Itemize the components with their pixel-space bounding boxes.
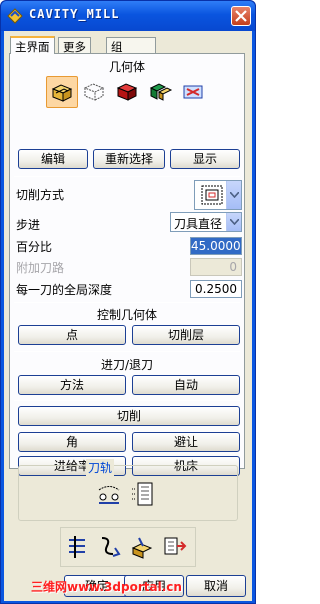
corner-button[interactable]: 角	[18, 432, 126, 452]
toolpath-group	[18, 465, 238, 521]
engage-auto-button[interactable]: 自动	[132, 375, 240, 395]
avoidance-button[interactable]: 避让	[132, 432, 240, 452]
toolpath-group-title: 刀轨	[86, 459, 115, 476]
chevron-down-icon	[230, 192, 239, 198]
blank-geometry-icon[interactable]	[112, 76, 144, 108]
point-button[interactable]: 点	[18, 325, 126, 345]
extra-passes-label: 附加刀路	[16, 261, 65, 275]
tab-more-label: 更多	[63, 40, 86, 54]
dialog-client: 主界面 更多 组 几何体 编辑 重新选择 显示 切削方式 步进 刀具直径 百分比…	[4, 31, 252, 601]
generate-toolpath-icon[interactable]	[96, 481, 122, 507]
postprocess-icon[interactable]	[161, 534, 187, 560]
tool-icon[interactable]	[65, 534, 91, 560]
cut-method-combo[interactable]	[194, 180, 242, 210]
extra-passes-input[interactable]: 0	[190, 258, 242, 276]
tab-main-label: 主界面	[15, 40, 50, 54]
engage-retract-title: 进刀/退刀	[100, 358, 154, 372]
nx-app-icon	[7, 8, 23, 24]
separator	[14, 176, 240, 177]
percent-label: 百分比	[16, 240, 53, 254]
geometry-icon-bar	[46, 74, 210, 110]
reselect-button[interactable]: 重新选择	[93, 149, 165, 169]
display-button[interactable]: 显示	[170, 149, 240, 169]
global-depth-input[interactable]: 0.2500	[190, 280, 242, 298]
tab-group[interactable]: 组	[106, 37, 156, 54]
dialog-window: CAVITY_MILL 主界面 更多 组 几何体 编辑 重新选择 显示 切削方式…	[0, 0, 256, 604]
stepover-dropdown-arrow[interactable]	[226, 213, 241, 231]
tab-more[interactable]: 更多	[58, 37, 91, 54]
separator	[14, 351, 240, 352]
control-geometry-title: 控制几何体	[96, 308, 157, 322]
stepover-value: 刀具直径	[174, 217, 223, 231]
window-title: CAVITY_MILL	[29, 7, 120, 21]
check-geometry-icon[interactable]	[145, 76, 177, 108]
stepover-select[interactable]: 刀具直径	[170, 212, 242, 232]
cut-method-label: 切削方式	[16, 188, 65, 202]
separator	[14, 302, 240, 303]
geometry-section-title: 几何体	[108, 60, 145, 74]
cutting-button[interactable]: 切削	[18, 406, 240, 426]
verify-icon[interactable]	[129, 534, 155, 560]
part-geometry-icon[interactable]	[79, 76, 111, 108]
edit-button[interactable]: 编辑	[18, 149, 88, 169]
cut-levels-button[interactable]: 切削层	[132, 325, 240, 345]
title-bar[interactable]: CAVITY_MILL	[1, 1, 255, 31]
cancel-button[interactable]: 取消	[186, 575, 246, 597]
follow-periphery-icon	[201, 185, 223, 205]
tab-group-label: 组	[111, 40, 123, 54]
chevron-down-icon	[230, 219, 239, 225]
global-depth-label: 每一刀的全局深度	[16, 283, 113, 297]
main-panel: 几何体 编辑 重新选择 显示 切削方式 步进 刀具直径 百分比 45.0000 …	[9, 53, 245, 476]
geometry-body-icon[interactable]	[46, 76, 78, 108]
replay-icon[interactable]	[97, 534, 123, 560]
tab-main[interactable]: 主界面	[10, 36, 55, 54]
engage-method-button[interactable]: 方法	[18, 375, 126, 395]
watermark: 三维网www.3dportal.cn	[31, 580, 182, 594]
cut-area-icon[interactable]	[178, 76, 210, 108]
list-toolpath-icon[interactable]	[130, 481, 156, 507]
close-button[interactable]	[231, 6, 251, 26]
percent-input[interactable]: 45.0000	[190, 237, 242, 255]
stepover-label: 步进	[16, 218, 41, 232]
separator	[14, 400, 240, 401]
close-icon	[235, 10, 247, 22]
cut-method-dropdown-arrow[interactable]	[226, 181, 241, 209]
action-toolbar	[60, 527, 196, 567]
